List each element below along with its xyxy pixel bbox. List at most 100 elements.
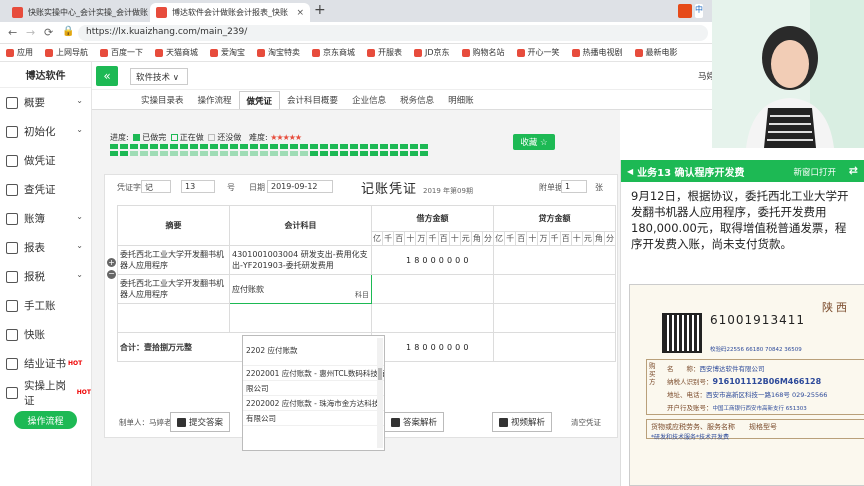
- progress-block[interactable]: [220, 151, 228, 156]
- sidebar-item-7[interactable]: 手工账: [0, 291, 91, 320]
- bookmark-item[interactable]: JD京东: [414, 47, 450, 58]
- progress-block[interactable]: [410, 151, 418, 156]
- sidebar-item-0[interactable]: 概要 ⌄: [0, 88, 91, 117]
- account-input[interactable]: 应付账款: [232, 285, 264, 294]
- collapse-sidebar-button[interactable]: «: [96, 66, 118, 86]
- progress-block[interactable]: [370, 151, 378, 156]
- progress-block[interactable]: [110, 144, 118, 149]
- tab-2[interactable]: 做凭证: [238, 91, 281, 109]
- account-cell[interactable]: 4301001003004 研发支出-费用化支出-YF201903-委托研发费用: [229, 245, 372, 275]
- bookmark-item[interactable]: 热播电视剧: [571, 47, 623, 58]
- dropdown-option[interactable]: 限公司: [243, 381, 384, 396]
- bookmark-item[interactable]: 应用: [6, 47, 33, 58]
- back-arrow-icon[interactable]: ←: [8, 26, 17, 39]
- sidebar-item-3[interactable]: 查凭证: [0, 175, 91, 204]
- progress-block[interactable]: [240, 144, 248, 149]
- sidebar-item-10[interactable]: 实操上岗证 HOT: [0, 378, 91, 407]
- account-cell[interactable]: 应付账款 科目: [229, 274, 372, 304]
- progress-block[interactable]: [340, 144, 348, 149]
- progress-block[interactable]: [170, 144, 178, 149]
- invoice-image[interactable]: 陕西 61001913411 校验码22556 66180 70842 3650…: [629, 284, 864, 486]
- progress-block[interactable]: [410, 144, 418, 149]
- progress-block[interactable]: [320, 144, 328, 149]
- progress-block[interactable]: [210, 144, 218, 149]
- sidebar-item-5[interactable]: 报表 ⌄: [0, 233, 91, 262]
- sidebar-item-1[interactable]: 初始化 ⌄: [0, 117, 91, 146]
- clear-voucher-link[interactable]: 清空凭证: [571, 417, 601, 428]
- dropdown-option[interactable]: 2202002 应付账款 - 珠海市金方达科技: [243, 396, 384, 411]
- progress-block[interactable]: [350, 151, 358, 156]
- progress-block[interactable]: [390, 151, 398, 156]
- sidebar-item-4[interactable]: 账簿 ⌄: [0, 204, 91, 233]
- progress-block[interactable]: [380, 144, 388, 149]
- bookmark-item[interactable]: 爱淘宝: [210, 47, 245, 58]
- progress-block[interactable]: [340, 151, 348, 156]
- progress-block[interactable]: [190, 144, 198, 149]
- bookmark-item[interactable]: 开服表: [367, 47, 402, 58]
- progress-block[interactable]: [420, 144, 428, 149]
- bookmark-item[interactable]: 购物名站: [461, 47, 505, 58]
- progress-block[interactable]: [330, 144, 338, 149]
- bookmark-item[interactable]: 上网导航: [45, 47, 88, 58]
- progress-block[interactable]: [170, 151, 178, 156]
- credit-cell[interactable]: [493, 303, 617, 333]
- progress-block[interactable]: [280, 151, 288, 156]
- sidebar-item-9[interactable]: 结业证书 HOT: [0, 349, 91, 378]
- progress-block[interactable]: [360, 144, 368, 149]
- progress-block[interactable]: [260, 151, 268, 156]
- tab-0[interactable]: 实操目录表: [134, 91, 191, 109]
- progress-block[interactable]: [270, 151, 278, 156]
- dropdown-option[interactable]: 2202 应付账款: [243, 336, 384, 366]
- debit-cell[interactable]: [370, 274, 495, 304]
- progress-block[interactable]: [360, 151, 368, 156]
- progress-block[interactable]: [230, 144, 238, 149]
- dropdown-option[interactable]: 2202001 应付账款 - 惠州TCL数码科技有: [243, 366, 384, 381]
- bookmark-item[interactable]: 天猫商城: [155, 47, 198, 58]
- progress-block[interactable]: [290, 151, 298, 156]
- sidebar-item-8[interactable]: 快账: [0, 320, 91, 349]
- bookmark-item[interactable]: 京东商城: [312, 47, 355, 58]
- summary-cell[interactable]: 委托西北工业大学开发翻书机器人应用程序: [117, 245, 230, 275]
- credit-cell[interactable]: [493, 245, 617, 275]
- credit-cell[interactable]: [493, 274, 617, 304]
- progress-block[interactable]: [370, 144, 378, 149]
- action-button-0[interactable]: 提交答案: [170, 412, 231, 432]
- progress-block[interactable]: [140, 144, 148, 149]
- progress-block[interactable]: [120, 151, 128, 156]
- progress-block[interactable]: [150, 151, 158, 156]
- voucher-word-select[interactable]: 记: [141, 180, 171, 193]
- progress-block[interactable]: [400, 151, 408, 156]
- progress-block[interactable]: [320, 151, 328, 156]
- sidebar-item-2[interactable]: 做凭证: [0, 146, 91, 175]
- progress-block[interactable]: [250, 151, 258, 156]
- bookmark-item[interactable]: 淘宝特卖: [257, 47, 300, 58]
- progress-block[interactable]: [350, 144, 358, 149]
- summary-cell[interactable]: [117, 303, 230, 333]
- action-button-2[interactable]: 答案解析: [384, 412, 445, 432]
- progress-block[interactable]: [270, 144, 278, 149]
- progress-block[interactable]: [240, 151, 248, 156]
- tab-1[interactable]: 操作流程: [191, 91, 239, 109]
- progress-block[interactable]: [210, 151, 218, 156]
- progress-block[interactable]: [120, 144, 128, 149]
- switch-icon[interactable]: ⇄: [849, 164, 858, 177]
- dropdown-scrollbar[interactable]: [377, 338, 383, 448]
- forward-arrow-icon[interactable]: →: [26, 26, 35, 39]
- date-input[interactable]: 2019-09-12: [267, 180, 333, 193]
- url-field[interactable]: https://lx.kuaizhang.com/main_239/: [78, 25, 708, 41]
- progress-block[interactable]: [150, 144, 158, 149]
- browser-tab-1[interactable]: 快账实操中心_会计实操_会计做账 ×: [6, 3, 166, 22]
- progress-block[interactable]: [250, 144, 258, 149]
- progress-block[interactable]: [130, 144, 138, 149]
- tab-close-icon[interactable]: ×: [296, 8, 304, 18]
- bookmark-item[interactable]: 百度一下: [100, 47, 143, 58]
- add-row-icon[interactable]: +: [107, 258, 116, 267]
- tab-6[interactable]: 明细账: [441, 91, 481, 109]
- bookmark-item[interactable]: 最新电影: [634, 47, 678, 58]
- progress-block[interactable]: [200, 151, 208, 156]
- new-window-button[interactable]: 新窗口打开: [793, 166, 836, 178]
- progress-block[interactable]: [310, 151, 318, 156]
- progress-block[interactable]: [180, 151, 188, 156]
- progress-block[interactable]: [330, 151, 338, 156]
- sidebar-item-6[interactable]: 报税 ⌄: [0, 262, 91, 291]
